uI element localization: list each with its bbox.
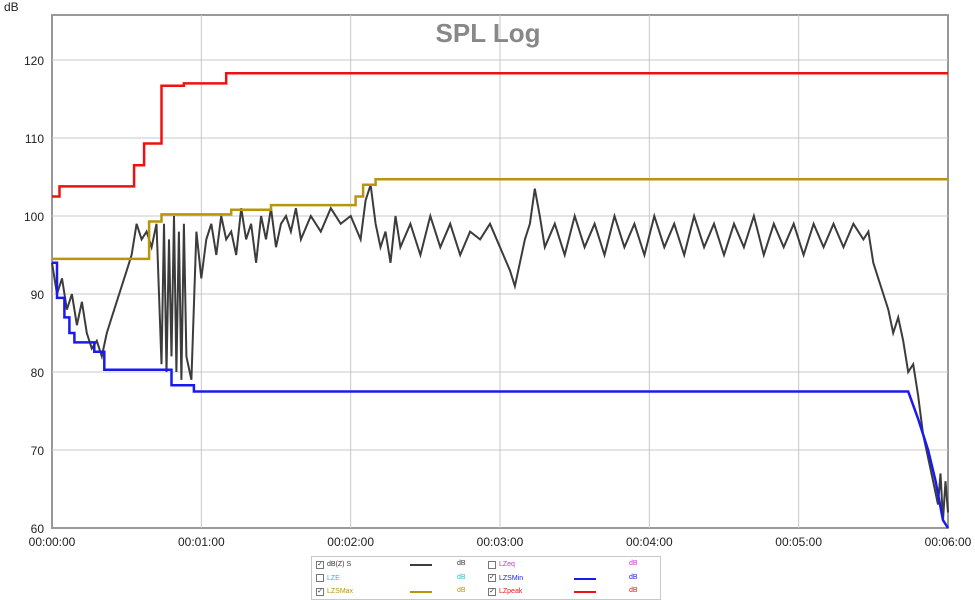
x-tick-label: 00:01:00 bbox=[178, 535, 225, 549]
legend-unit: dB bbox=[457, 587, 466, 594]
x-tick-label: 00:02:00 bbox=[327, 535, 374, 549]
legend-item[interactable]: ✓ LZSMax bbox=[316, 585, 353, 598]
legend: ✓ dB(Z) SdB LZeq dB LZE dB ✓ LZSMin dB ✓ LZSMax dB ✓… bbox=[311, 556, 661, 600]
legend-label: LZE bbox=[327, 574, 340, 582]
y-tick-label: 120 bbox=[24, 54, 44, 68]
legend-unit: dB bbox=[629, 573, 638, 581]
legend-label: LZeq bbox=[499, 561, 515, 568]
y-tick-label: 100 bbox=[24, 210, 44, 224]
legend-swatch bbox=[410, 564, 432, 566]
y-tick-label: 90 bbox=[31, 288, 45, 302]
legend-unit: dB bbox=[457, 573, 466, 581]
legend-unit: dB bbox=[629, 587, 638, 594]
legend-item[interactable]: LZeq bbox=[488, 558, 515, 571]
legend-checkbox[interactable] bbox=[316, 574, 324, 582]
chart-title: SPL Log bbox=[436, 18, 541, 48]
y-axis-label: dB bbox=[4, 0, 19, 14]
y-tick-label: 60 bbox=[31, 522, 45, 536]
x-tick-label: 00:05:00 bbox=[775, 535, 822, 549]
legend-label: LZpeak bbox=[499, 588, 523, 595]
legend-checkbox[interactable]: ✓ bbox=[488, 587, 496, 596]
legend-label: dB(Z) S bbox=[327, 561, 352, 568]
legend-item[interactable]: ✓ LZSMin bbox=[488, 572, 523, 585]
x-tick-label: 00:03:00 bbox=[477, 535, 524, 549]
legend-checkbox[interactable]: ✓ bbox=[316, 560, 324, 569]
x-tick-label: 00:06:00 bbox=[925, 535, 972, 549]
legend-swatch bbox=[574, 591, 596, 593]
legend-checkbox[interactable]: ✓ bbox=[316, 587, 324, 596]
legend-checkbox[interactable]: ✓ bbox=[488, 574, 496, 582]
legend-checkbox[interactable] bbox=[488, 560, 496, 569]
legend-item[interactable]: ✓ dB(Z) S bbox=[316, 558, 351, 571]
legend-label: LZSMin bbox=[499, 574, 524, 582]
legend-item[interactable]: ✓ LZpeak bbox=[488, 585, 522, 598]
legend-swatch bbox=[574, 577, 596, 580]
legend-item[interactable]: LZE bbox=[316, 572, 340, 585]
legend-label: LZSMax bbox=[327, 588, 354, 595]
y-tick-label: 80 bbox=[31, 366, 45, 380]
y-tick-label: 110 bbox=[25, 132, 44, 146]
spl-log-chart: dB 60 70 80 90 100 110 120 00:00:00 00:01:00 00:0… bbox=[4, 0, 972, 549]
x-tick-label: 00:00:00 bbox=[29, 535, 76, 549]
y-tick-label: 70 bbox=[31, 444, 45, 458]
legend-unit: dB bbox=[629, 560, 638, 567]
legend-unit: dB bbox=[457, 560, 466, 567]
legend-swatch bbox=[410, 591, 432, 593]
x-tick-label: 00:04:00 bbox=[626, 535, 673, 549]
